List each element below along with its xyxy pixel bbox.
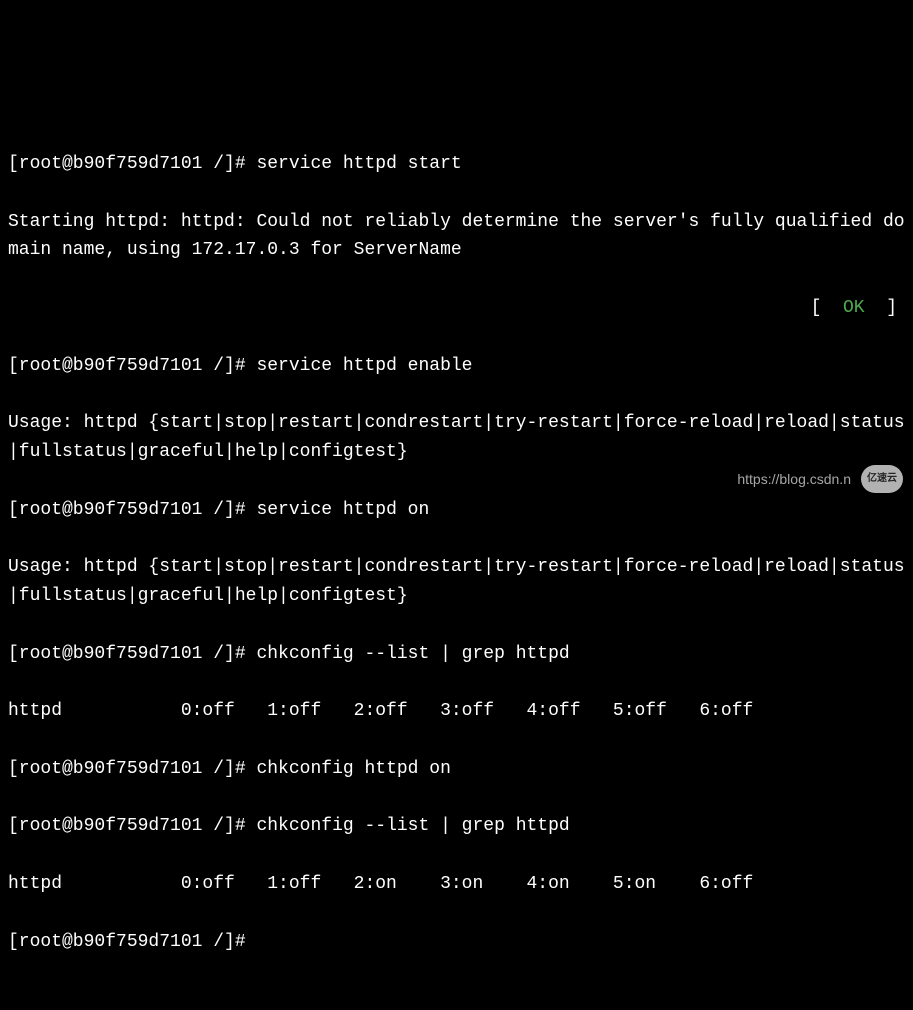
command-text: service httpd enable — [256, 356, 472, 376]
cloud-icon: 亿速云 — [861, 465, 903, 493]
shell-prompt: [root@b90f759d7101 /]# — [8, 154, 246, 174]
watermark-url: https://blog.csdn.n — [737, 468, 851, 490]
command-text: chkconfig httpd on — [256, 759, 450, 779]
shell-prompt: [root@b90f759d7101 /]# — [8, 356, 246, 376]
output-text: Usage: httpd {start|stop|restart|condres… — [8, 553, 905, 611]
command-text: chkconfig --list | grep httpd — [256, 644, 569, 664]
shell-prompt: [root@b90f759d7101 /]# — [8, 759, 246, 779]
output-text: Usage: httpd {start|stop|restart|condres… — [8, 409, 905, 467]
ok-label: OK — [843, 298, 865, 318]
shell-prompt: [root@b90f759d7101 /]# — [8, 816, 246, 836]
command-text: service httpd on — [256, 500, 429, 520]
watermark: https://blog.csdn.n 亿速云 — [737, 465, 903, 493]
command-text: chkconfig --list | grep httpd — [256, 816, 569, 836]
status-indicator: [ OK ] — [811, 294, 905, 323]
cursor — [256, 932, 266, 952]
shell-prompt: [root@b90f759d7101 /]# — [8, 932, 246, 952]
command-text: service httpd start — [256, 154, 461, 174]
shell-prompt: [root@b90f759d7101 /]# — [8, 644, 246, 664]
output-text: httpd 0:off 1:off 2:off 3:off 4:off 5:of… — [8, 697, 905, 726]
shell-prompt: [root@b90f759d7101 /]# — [8, 500, 246, 520]
terminal-output[interactable]: [root@b90f759d7101 /]# service httpd sta… — [8, 121, 905, 985]
output-text: httpd 0:off 1:off 2:on 3:on 4:on 5:on 6:… — [8, 870, 905, 899]
output-text: Starting httpd: httpd: Could not reliabl… — [8, 208, 905, 266]
